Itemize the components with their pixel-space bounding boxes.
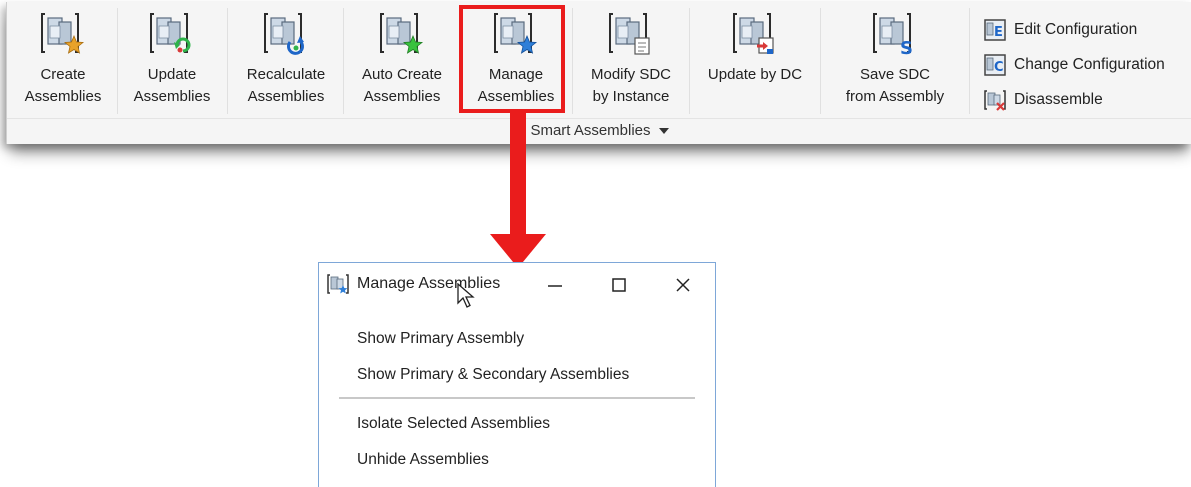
svg-text:S: S xyxy=(900,38,913,56)
highlight-box xyxy=(459,5,565,113)
save-sdc-from-assembly-button[interactable]: S Save SDC from Assembly xyxy=(825,6,965,116)
edit-configuration-button[interactable]: E Edit Configuration xyxy=(984,12,1191,47)
create-assemblies-button[interactable]: Create Assemblies xyxy=(11,6,115,116)
menu-show-primary-secondary-assemblies[interactable]: Show Primary & Secondary Assemblies xyxy=(357,366,629,384)
update-by-dc-label: Update by DC xyxy=(707,66,803,83)
edit-configuration-icon: E xyxy=(984,18,1006,41)
save-sdc-label: Save SDC from Assembly xyxy=(845,66,945,105)
change-configuration-icon: C xyxy=(984,53,1006,76)
maximize-icon[interactable] xyxy=(599,271,639,299)
auto-create-assemblies-label: Auto Create Assemblies xyxy=(361,66,443,105)
recalculate-assemblies-button[interactable]: Recalculate Assemblies xyxy=(231,6,341,116)
popup-title: Manage Assemblies xyxy=(357,275,501,292)
auto-create-assemblies-icon xyxy=(380,13,424,54)
disassemble-icon xyxy=(984,89,1006,111)
modify-sdc-label: Modify SDC by Instance xyxy=(590,66,672,105)
create-assemblies-label: Create Assemblies xyxy=(24,66,102,105)
menu-show-primary-assembly[interactable]: Show Primary Assembly xyxy=(357,330,524,348)
red-arrow-icon xyxy=(490,110,546,268)
manage-assemblies-popup: Manage Assemblies Show Primary Assembly … xyxy=(318,262,716,487)
mouse-cursor-icon xyxy=(457,283,475,308)
ribbon-separator xyxy=(689,8,690,114)
dropdown-caret-icon xyxy=(658,128,669,135)
ribbon-separator xyxy=(343,8,344,114)
manage-assemblies-small-icon xyxy=(327,274,349,294)
modify-sdc-by-instance-button[interactable]: Modify SDC by Instance xyxy=(576,6,686,116)
ribbon-separator xyxy=(820,8,821,114)
menu-unhide-assemblies[interactable]: Unhide Assemblies xyxy=(357,451,489,469)
auto-create-assemblies-button[interactable]: Auto Create Assemblies xyxy=(345,6,459,116)
update-assemblies-icon xyxy=(150,13,191,53)
close-icon[interactable] xyxy=(663,271,703,299)
create-assemblies-icon xyxy=(41,13,85,54)
minimize-icon[interactable] xyxy=(535,271,575,299)
svg-text:C: C xyxy=(994,60,1004,75)
edit-configuration-label: Edit Configuration xyxy=(1014,20,1138,38)
recalculate-assemblies-icon xyxy=(264,13,304,55)
modify-sdc-icon xyxy=(609,13,650,55)
change-configuration-label: Change Configuration xyxy=(1014,55,1165,73)
disassemble-button[interactable]: Disassemble xyxy=(984,82,1191,117)
menu-separator xyxy=(339,397,695,399)
configuration-list: E Edit Configuration C Change Configurat… xyxy=(984,12,1191,117)
update-by-dc-button[interactable]: Update by DC xyxy=(693,6,817,116)
update-assemblies-label: Update Assemblies xyxy=(133,66,211,105)
menu-isolate-selected-assemblies[interactable]: Isolate Selected Assemblies xyxy=(357,415,550,433)
ribbon-separator xyxy=(969,8,970,114)
svg-text:E: E xyxy=(994,25,1003,40)
update-assemblies-button[interactable]: Update Assemblies xyxy=(120,6,224,116)
change-configuration-button[interactable]: C Change Configuration xyxy=(984,47,1191,82)
update-by-dc-icon xyxy=(733,13,774,54)
ribbon-separator xyxy=(117,8,118,114)
ribbon-separator xyxy=(227,8,228,114)
save-sdc-icon: S xyxy=(873,13,913,56)
group-label-text: Smart Assemblies xyxy=(530,122,651,139)
smart-assemblies-ribbon: Create Assemblies Update Assemblies Reca… xyxy=(6,2,1191,144)
ribbon-separator xyxy=(572,8,573,114)
recalculate-assemblies-label: Recalculate Assemblies xyxy=(246,66,326,105)
disassemble-label: Disassemble xyxy=(1014,90,1103,108)
ribbon-group-label[interactable]: Smart Assemblies xyxy=(7,118,1191,143)
